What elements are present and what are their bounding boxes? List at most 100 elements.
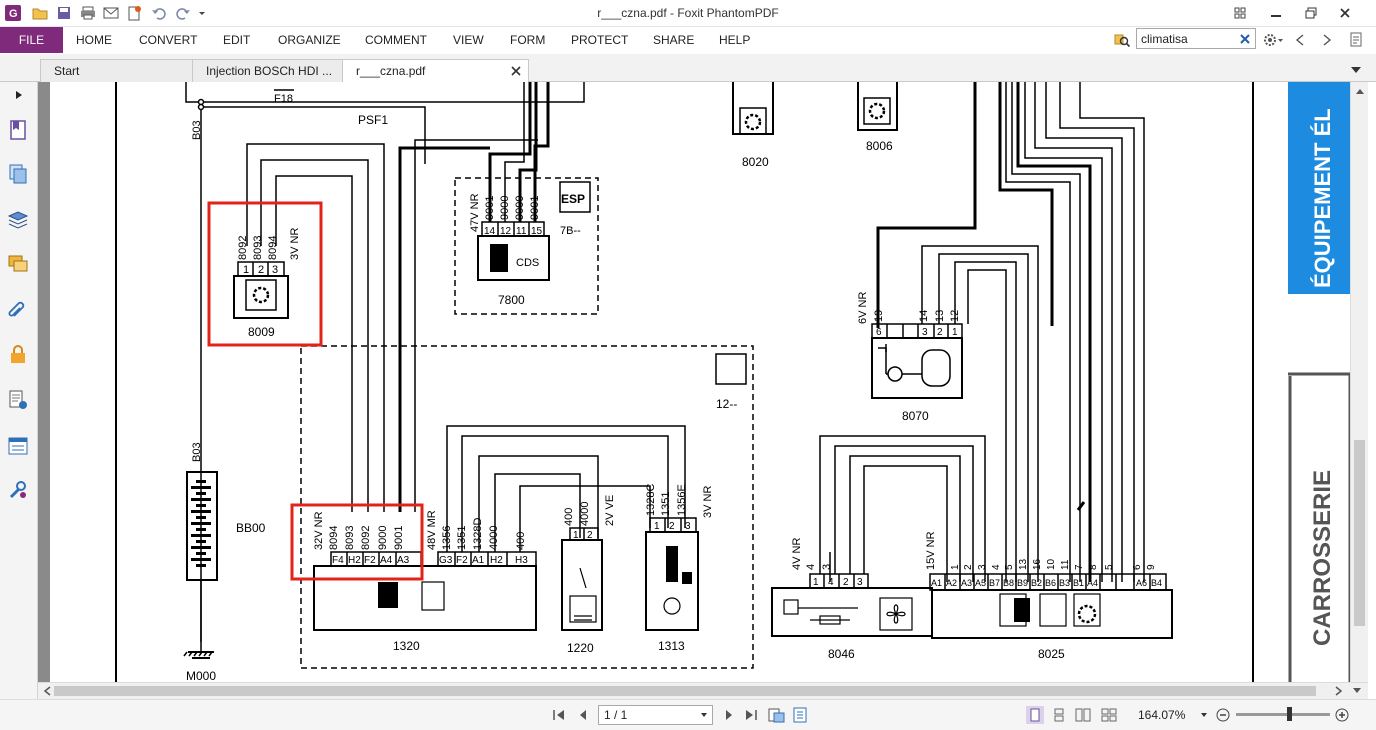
scroll-up-icon[interactable] <box>1353 84 1367 98</box>
file-menu-button[interactable]: FILE <box>0 27 63 53</box>
wire-1320-b4: 4000 <box>488 526 500 550</box>
pin-8025-1: A1 <box>931 578 942 588</box>
clear-search-icon[interactable] <box>1236 30 1253 47</box>
close-window-button[interactable] <box>1334 3 1356 23</box>
label-8046: 8046 <box>828 647 855 661</box>
menu-view[interactable]: VIEW <box>453 33 484 47</box>
zoom-slider-track[interactable] <box>1236 713 1330 716</box>
horizontal-scrollbar[interactable] <box>38 682 1368 699</box>
tools-wrench-icon[interactable] <box>6 478 30 502</box>
label-f18: F18 <box>274 93 293 105</box>
wire-1220-2: 4000 <box>579 502 591 526</box>
search-settings-icon[interactable] <box>1261 30 1285 50</box>
side-tab-carrosserie: CARROSSERIE <box>1309 470 1336 646</box>
continuous-view-icon[interactable] <box>1050 706 1068 724</box>
wire-8025-8: 10 <box>1046 558 1057 570</box>
menu-comment[interactable]: COMMENT <box>365 33 427 47</box>
menu-form[interactable]: FORM <box>510 33 545 47</box>
ribbon-more-icon[interactable] <box>1347 30 1365 50</box>
tab-current-document[interactable]: r___czna.pdf <box>342 59 529 83</box>
zoom-level[interactable]: 164.07% <box>1138 708 1185 722</box>
menu-protect[interactable]: PROTECT <box>571 33 628 47</box>
wire-8046-1: 4 <box>805 564 817 570</box>
pin-8025-4: A5 <box>975 578 986 588</box>
security-lock-icon[interactable] <box>6 342 30 366</box>
conn-1320-2: 48V MR <box>426 510 438 550</box>
pin-8025-8: B2 <box>1031 578 1042 588</box>
layers-icon[interactable] <box>6 208 30 232</box>
tab-start[interactable]: Start <box>40 59 193 82</box>
scroll-down-icon[interactable] <box>1350 684 1364 698</box>
last-page-icon[interactable] <box>742 706 760 724</box>
comments-icon[interactable] <box>6 252 30 276</box>
conn-1313: 3V NR <box>702 486 714 518</box>
wire-1320-a1: 8094 <box>328 526 340 550</box>
pin-8070-1: 6 <box>876 327 882 338</box>
search-input[interactable] <box>1141 31 1237 46</box>
page-dropdown-icon[interactable] <box>700 712 708 718</box>
wire-8070-2: 14 <box>918 310 930 322</box>
menu-share[interactable]: SHARE <box>653 33 694 47</box>
zoom-slider-knob[interactable] <box>1287 707 1292 721</box>
digital-signatures-icon[interactable] <box>6 388 30 412</box>
tab-list-dropdown-icon[interactable] <box>1350 64 1362 74</box>
vertical-scrollbar[interactable] <box>1350 82 1368 682</box>
minimize-button[interactable] <box>1265 3 1287 23</box>
scroll-left-icon[interactable] <box>40 684 54 698</box>
page-number-field[interactable]: 1 / 1 <box>598 705 713 725</box>
wire-1220-1: 400 <box>563 508 575 526</box>
horizontal-scroll-thumb[interactable] <box>54 686 1316 696</box>
label-8020: 8020 <box>742 155 769 169</box>
search-next-icon[interactable] <box>1318 30 1336 50</box>
help-window-icon[interactable] <box>1229 3 1251 23</box>
wire-8025-1: 1 <box>950 564 961 570</box>
expand-panel-icon[interactable] <box>12 88 26 102</box>
search-icon[interactable] <box>1113 30 1131 50</box>
menu-convert[interactable]: CONVERT <box>139 33 197 47</box>
zoom-in-icon[interactable] <box>1333 706 1351 724</box>
close-tab-icon[interactable] <box>510 65 522 77</box>
attachments-icon[interactable] <box>6 297 30 321</box>
zoom-dropdown-icon[interactable] <box>1198 706 1210 724</box>
single-page-view-icon[interactable] <box>1026 706 1044 724</box>
document-viewport[interactable]: F18 PSF1 B03 B03 M000 BB00 8092 8093 809… <box>38 82 1350 682</box>
document-tabs: Start Injection BOSCh HDI ... r___czna.p… <box>0 54 1376 83</box>
title-bar: G r___czna.pdf - Foxit PhantomPDF <box>0 0 1376 27</box>
pin-1320-b2: F2 <box>456 555 468 566</box>
wire-1313-1: 1328C <box>645 484 657 516</box>
bookmarks-icon[interactable] <box>6 118 30 142</box>
menu-edit[interactable]: EDIT <box>223 33 250 47</box>
next-page-icon[interactable] <box>720 706 738 724</box>
first-page-icon[interactable] <box>550 706 568 724</box>
conn-8046: 4V NR <box>791 538 803 570</box>
pin-8025-10: B3 <box>1059 578 1070 588</box>
wiring-diagram: F18 PSF1 B03 B03 M000 BB00 8092 8093 809… <box>115 82 1350 682</box>
wire-7800-4: 9001 <box>529 196 541 220</box>
previous-page-icon[interactable] <box>574 706 592 724</box>
label-8009: 8009 <box>248 325 275 339</box>
content-panel-icon[interactable] <box>6 434 30 458</box>
insert-page-icon[interactable] <box>792 706 810 724</box>
label-8070: 8070 <box>902 409 929 423</box>
zoom-out-icon[interactable] <box>1214 706 1232 724</box>
vertical-scroll-thumb[interactable] <box>1354 440 1365 626</box>
search-field[interactable] <box>1136 28 1256 49</box>
pin-8025-9: B6 <box>1045 578 1056 588</box>
wire-8025-6: 13 <box>1018 558 1029 570</box>
scroll-right-icon[interactable] <box>1332 684 1346 698</box>
menu-help[interactable]: HELP <box>719 33 750 47</box>
extract-page-icon[interactable] <box>768 706 786 724</box>
label-m000: M000 <box>186 669 216 682</box>
menu-home[interactable]: HOME <box>76 33 112 47</box>
pin-8025-2: A2 <box>946 578 957 588</box>
menu-organize[interactable]: ORGANIZE <box>278 33 341 47</box>
label-b03-bottom: B03 <box>191 442 203 462</box>
tab-injection[interactable]: Injection BOSCh HDI ... <box>192 59 343 82</box>
search-previous-icon[interactable] <box>1291 30 1309 50</box>
facing-view-icon[interactable] <box>1074 706 1092 724</box>
restore-button[interactable] <box>1300 3 1322 23</box>
continuous-facing-view-icon[interactable] <box>1100 706 1118 724</box>
wire-1320-a4: 9000 <box>377 526 389 550</box>
pages-thumbnails-icon[interactable] <box>6 162 30 186</box>
pin-1320-a4: A4 <box>380 555 393 566</box>
